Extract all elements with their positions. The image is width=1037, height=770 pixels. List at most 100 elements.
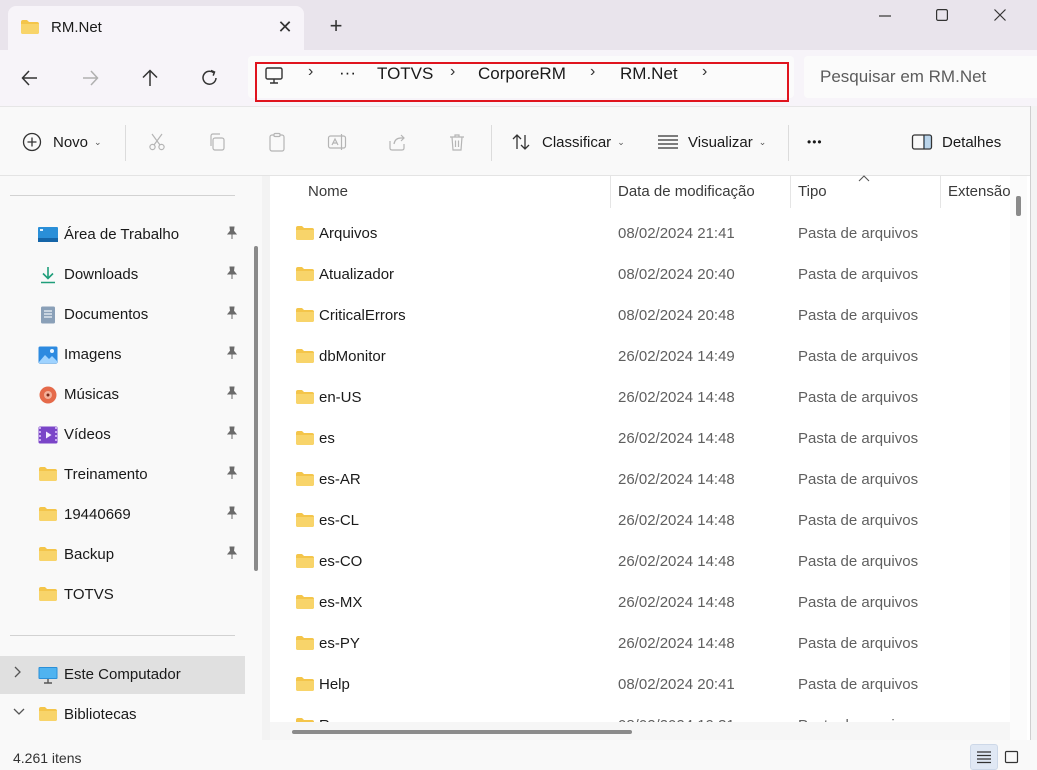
sidebar-item-19440669[interactable]: 19440669 bbox=[0, 496, 245, 534]
details-button[interactable]: Detalhes bbox=[911, 129, 1001, 155]
column-divider[interactable] bbox=[790, 176, 791, 208]
breadcrumb-separator[interactable]: › bbox=[702, 63, 707, 81]
file-row[interactable]: R...08/02/2024 19:31Pasta de arquivos bbox=[270, 705, 1010, 722]
this-pc-icon[interactable] bbox=[264, 66, 284, 86]
column-divider[interactable] bbox=[610, 176, 611, 208]
file-row[interactable]: es-AR 26/02/2024 14:48 Pasta de arquivos bbox=[270, 459, 1010, 500]
new-tab-button[interactable]: + bbox=[324, 14, 348, 38]
details-view-icon bbox=[976, 750, 992, 764]
pin-icon bbox=[226, 266, 238, 280]
file-row[interactable]: en-US 26/02/2024 14:48 Pasta de arquivos bbox=[270, 377, 1010, 418]
file-date: 26/02/2024 14:48 bbox=[618, 430, 735, 447]
breadcrumb-overflow[interactable]: ··· bbox=[339, 63, 356, 83]
sidebar-item-imagens[interactable]: Imagens bbox=[0, 336, 245, 374]
file-row[interactable]: es 26/02/2024 14:48 Pasta de arquivos bbox=[270, 418, 1010, 459]
tab-rm-net[interactable]: RM.Net ✕ bbox=[8, 6, 304, 50]
details-view-button[interactable] bbox=[970, 744, 998, 770]
back-button[interactable] bbox=[14, 62, 46, 94]
sidebar-scrollbar[interactable] bbox=[254, 246, 258, 571]
refresh-button[interactable] bbox=[194, 62, 226, 94]
search-input[interactable] bbox=[820, 67, 1030, 87]
minimize-button[interactable] bbox=[855, 0, 915, 32]
vertical-scrollbar-track[interactable] bbox=[1010, 176, 1027, 740]
column-divider[interactable] bbox=[940, 176, 941, 208]
file-row[interactable]: es-CO 26/02/2024 14:48 Pasta de arquivos bbox=[270, 541, 1010, 582]
chevron-down-icon[interactable] bbox=[12, 705, 26, 719]
sidebar-item-label: Documentos bbox=[64, 306, 149, 323]
folder-icon bbox=[295, 594, 315, 610]
breadcrumb-separator[interactable]: › bbox=[450, 63, 455, 81]
file-row[interactable]: Arquivos 08/02/2024 21:41 Pasta de arquivo… bbox=[270, 213, 1010, 254]
search-box[interactable] bbox=[804, 56, 1037, 98]
divider bbox=[10, 635, 235, 636]
close-window-button[interactable] bbox=[970, 0, 1030, 32]
sort-label: Classificar bbox=[542, 133, 612, 151]
file-row[interactable]: es-PY 26/02/2024 14:48 Pasta de arquivos bbox=[270, 623, 1010, 664]
close-tab-button[interactable]: ✕ bbox=[274, 16, 296, 38]
file-row[interactable]: Help 08/02/2024 20:41 Pasta de arquivos bbox=[270, 664, 1010, 705]
file-row[interactable]: es-MX 26/02/2024 14:48 Pasta de arquivos bbox=[270, 582, 1010, 623]
forward-button[interactable] bbox=[74, 62, 106, 94]
chevron-down-icon: ⌄ bbox=[94, 136, 102, 147]
file-row[interactable]: es-CL 26/02/2024 14:48 Pasta de arquivos bbox=[270, 500, 1010, 541]
file-date: 26/02/2024 14:49 bbox=[618, 348, 735, 365]
title-bar: RM.Net ✕ + bbox=[0, 0, 1037, 50]
copy-icon bbox=[207, 132, 227, 152]
file-row[interactable]: CriticalErrors 08/02/2024 20:48 Pasta de a… bbox=[270, 295, 1010, 336]
copy-button[interactable] bbox=[207, 129, 227, 155]
sidebar-item-treinamento[interactable]: Treinamento bbox=[0, 456, 245, 494]
up-button[interactable] bbox=[134, 62, 166, 94]
breadcrumb-corporerm[interactable]: CorporeRM bbox=[478, 64, 566, 84]
breadcrumb-rm-net[interactable]: RM.Net bbox=[620, 64, 678, 84]
column-header-type[interactable]: Tipo bbox=[798, 183, 827, 200]
sidebar-item-documentos[interactable]: Documentos bbox=[0, 296, 245, 334]
breadcrumb-separator[interactable]: › bbox=[590, 63, 595, 81]
vertical-scrollbar-thumb[interactable] bbox=[1016, 196, 1021, 216]
sidebar-item-este-computador[interactable]: Este Computador bbox=[0, 656, 245, 694]
file-date: 08/02/2024 20:41 bbox=[618, 676, 735, 693]
breadcrumb-separator: › bbox=[308, 63, 314, 80]
share-button[interactable] bbox=[387, 129, 407, 155]
sidebar-item-bibliotecas[interactable]: Bibliotecas bbox=[0, 696, 245, 734]
horizontal-scrollbar-thumb[interactable] bbox=[292, 730, 632, 734]
breadcrumb-totvs[interactable]: TOTVS bbox=[377, 64, 433, 84]
chevron-down-icon: ⌄ bbox=[617, 136, 625, 147]
tiles-view-icon bbox=[1004, 750, 1020, 764]
download-icon bbox=[38, 266, 58, 284]
cut-button[interactable] bbox=[147, 129, 167, 155]
maximize-button[interactable] bbox=[912, 0, 972, 32]
view-button[interactable]: Visualizar ⌄ bbox=[657, 129, 766, 155]
file-row[interactable]: dbMonitor 26/02/2024 14:49 Pasta de arquiv… bbox=[270, 336, 1010, 377]
tab-title: RM.Net bbox=[51, 19, 102, 36]
sidebar-item-area-de-trabalho[interactable]: Área de Trabalho bbox=[0, 216, 245, 254]
paste-button[interactable] bbox=[267, 129, 287, 155]
rename-icon bbox=[327, 132, 349, 152]
sort-button[interactable]: Classificar ⌄ bbox=[511, 129, 625, 155]
tiles-view-button[interactable] bbox=[998, 744, 1026, 770]
sidebar-item-label: Músicas bbox=[64, 386, 120, 403]
column-header-date[interactable]: Data de modificação bbox=[618, 183, 755, 200]
sidebar-item-totvs[interactable]: TOTVS bbox=[0, 576, 245, 614]
sidebar-item-backup[interactable]: Backup bbox=[0, 536, 245, 574]
more-options-button[interactable]: ••• bbox=[807, 129, 823, 155]
file-type: Pasta de arquivos bbox=[798, 307, 919, 324]
chevron-right-icon[interactable] bbox=[12, 665, 22, 679]
folder-icon bbox=[38, 546, 58, 564]
item-count: 4.261 itens bbox=[13, 750, 82, 766]
new-button[interactable]: Novo ⌄ bbox=[22, 129, 102, 155]
file-name: es-CL bbox=[319, 512, 360, 529]
sidebar-item-label: Downloads bbox=[64, 266, 139, 283]
column-header-name[interactable]: Nome bbox=[308, 183, 348, 200]
sort-ascending-icon bbox=[858, 174, 870, 182]
file-row[interactable]: Atualizador 08/02/2024 20:40 Pasta de arqu… bbox=[270, 254, 1010, 295]
plus-circle-icon bbox=[22, 132, 42, 152]
sidebar-item-musicas[interactable]: Músicas bbox=[0, 376, 245, 414]
folder-icon bbox=[38, 466, 58, 484]
folder-icon bbox=[295, 430, 315, 446]
rename-button[interactable] bbox=[327, 129, 349, 155]
sidebar-item-downloads[interactable]: Downloads bbox=[0, 256, 245, 294]
sidebar-item-videos[interactable]: Vídeos bbox=[0, 416, 245, 454]
column-header-extension[interactable]: Extensão bbox=[948, 183, 1011, 200]
file-type: Pasta de arquivos bbox=[798, 635, 919, 652]
delete-button[interactable] bbox=[447, 129, 467, 155]
